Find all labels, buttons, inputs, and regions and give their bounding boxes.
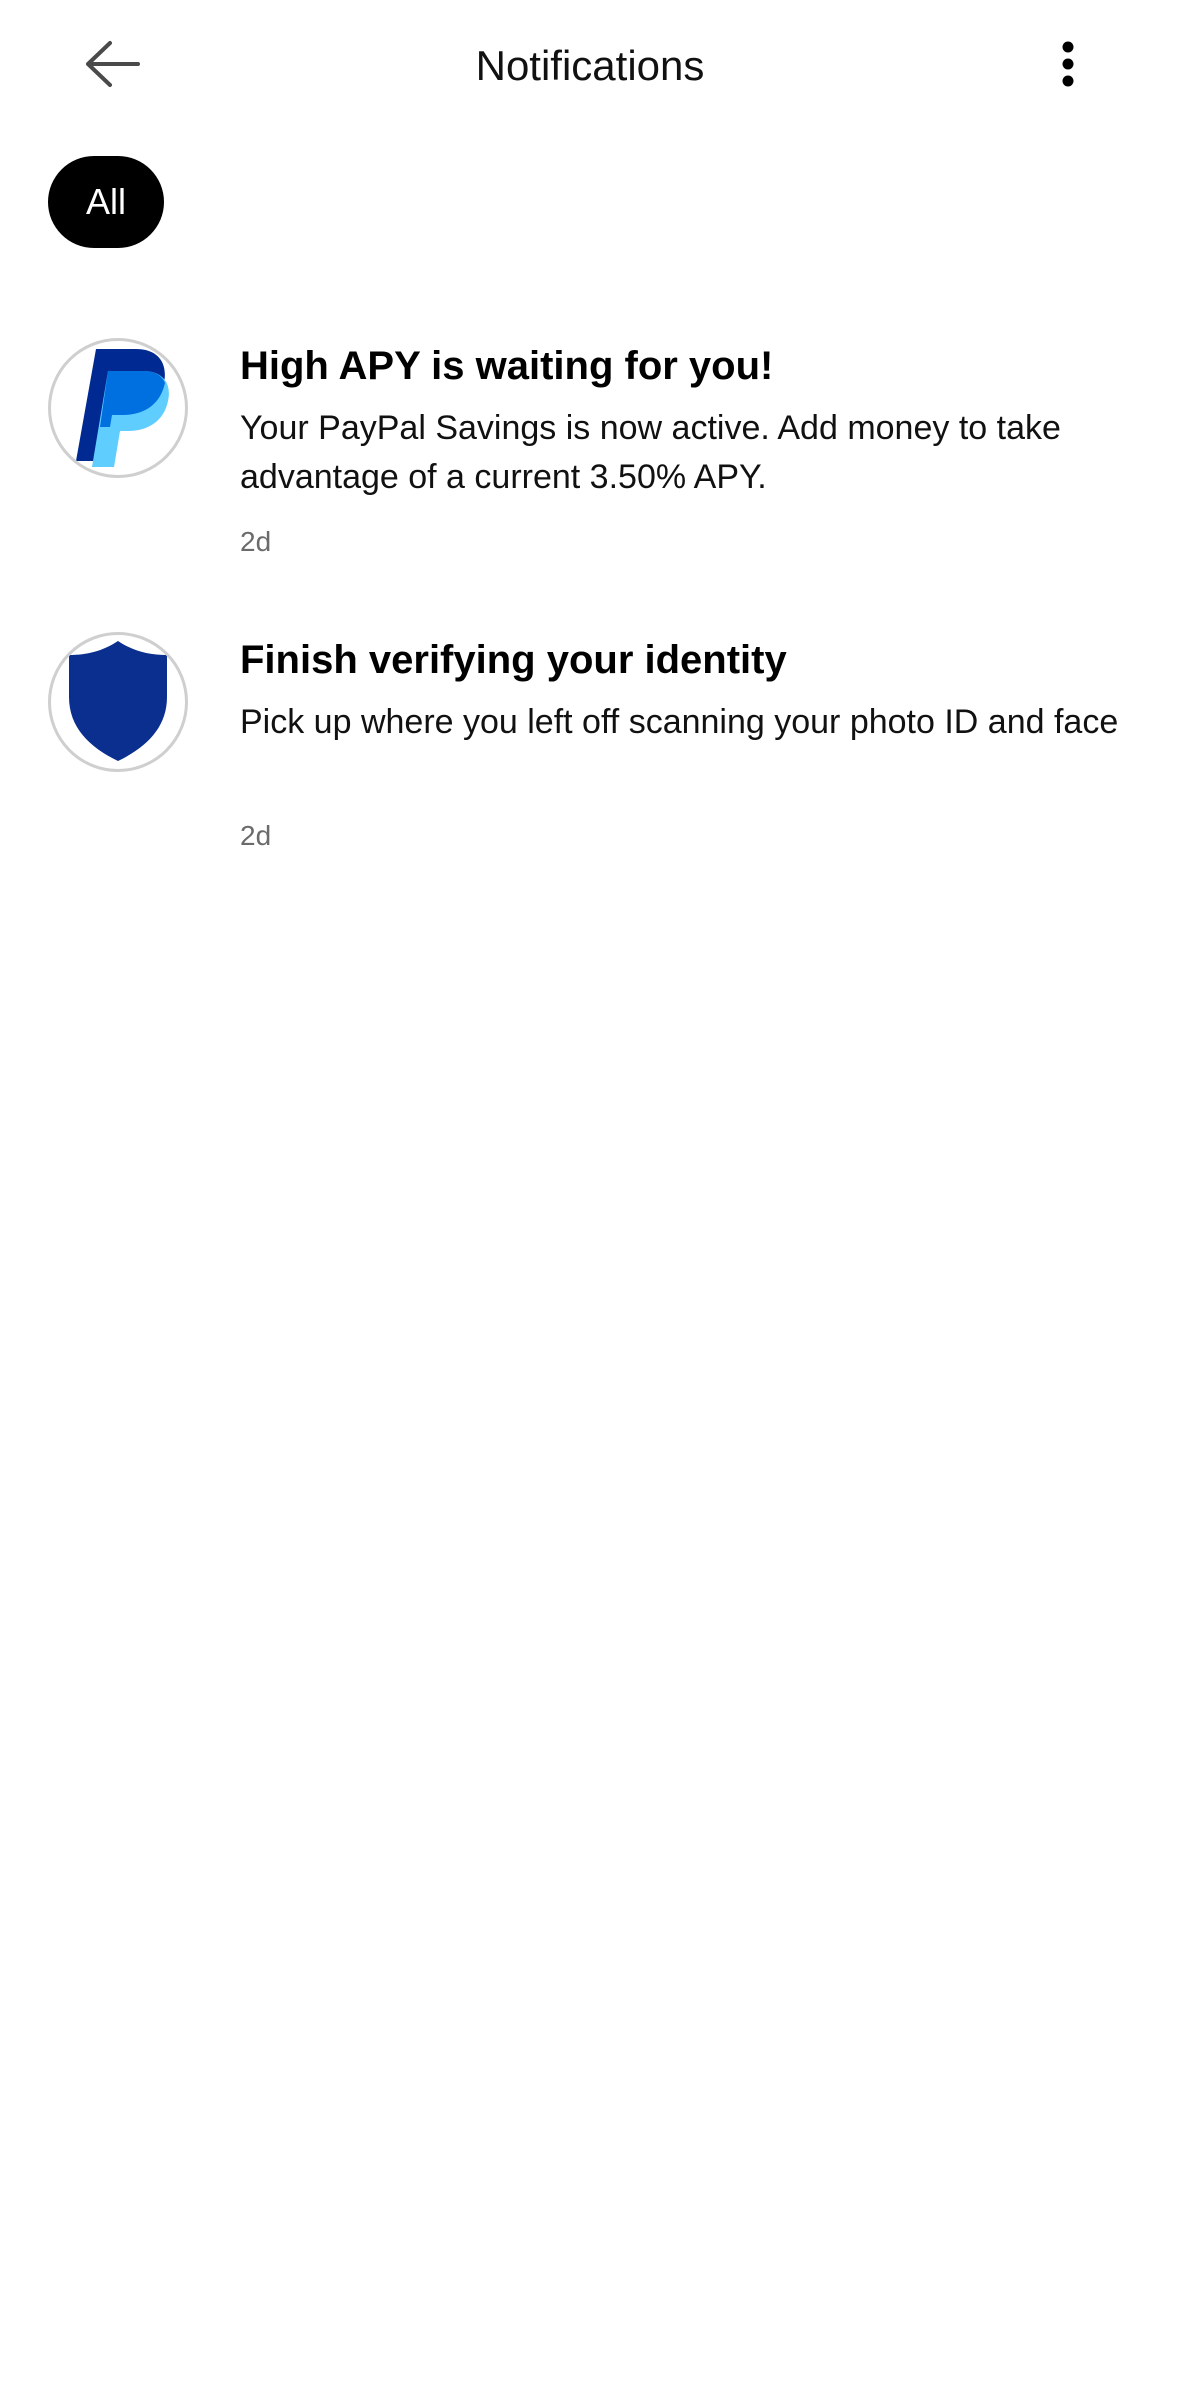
notification-body: Pick up where you left off scanning your… xyxy=(240,703,1119,741)
notification-avatar xyxy=(48,338,188,478)
notification-body: Your PayPal Savings is now active. Add m… xyxy=(240,409,1061,496)
more-options-button[interactable] xyxy=(1036,28,1100,104)
notification-item[interactable]: High APY is waiting for you! Your PayPal… xyxy=(0,338,1180,558)
filter-chip-all[interactable]: All xyxy=(48,156,164,248)
notification-item[interactable]: Finish verifying your identity Pick up w… xyxy=(0,632,1180,852)
notification-title: Finish verifying your identity xyxy=(240,638,787,682)
notification-title: High APY is waiting for you! xyxy=(240,344,774,388)
notification-time: 2d xyxy=(240,820,272,851)
paypal-logo-icon xyxy=(58,341,178,475)
page-title: Notifications xyxy=(475,42,705,89)
notification-avatar xyxy=(48,632,188,772)
notification-time: 2d xyxy=(240,526,272,557)
app-header: Notifications xyxy=(0,0,1180,132)
shield-icon xyxy=(63,635,173,769)
more-vertical-icon xyxy=(1060,40,1076,93)
